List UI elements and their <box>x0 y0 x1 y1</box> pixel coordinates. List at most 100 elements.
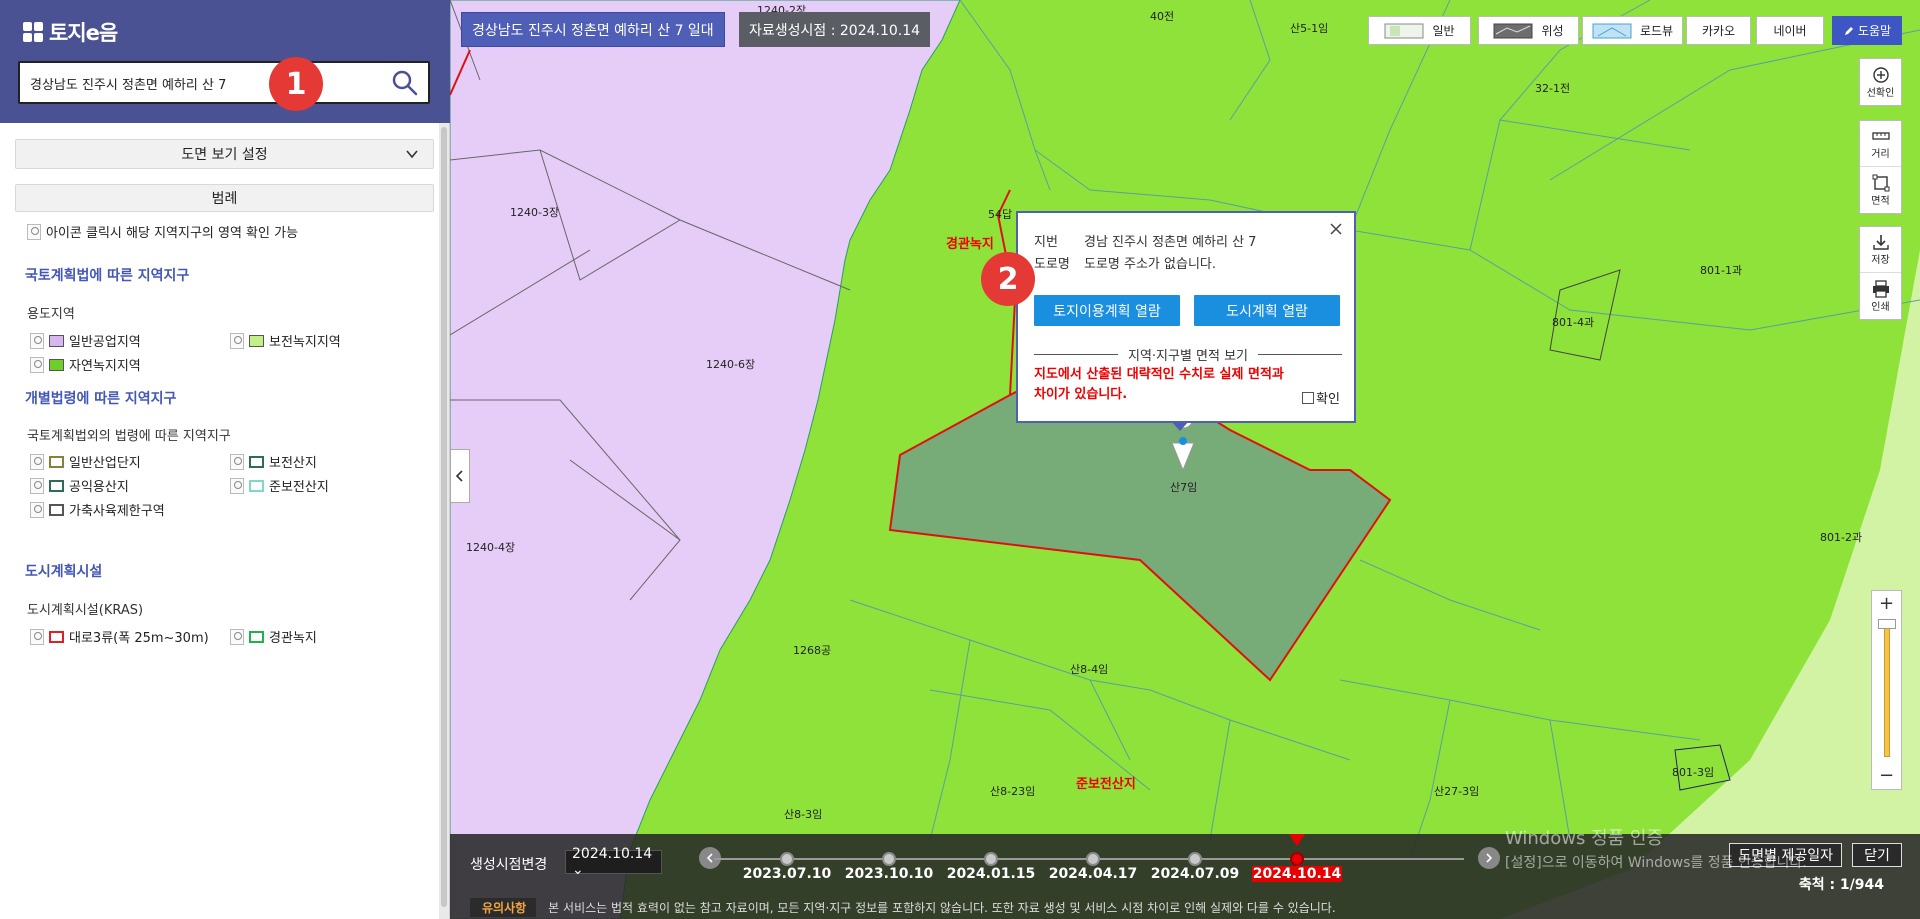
section-urban: 도시계획시설 <box>25 564 103 580</box>
app-logo[interactable]: 토지e음 <box>23 19 118 45</box>
location-pin-icon[interactable] <box>230 477 244 494</box>
jibun-row: 지번 경남 진주시 정촌면 예하리 산 7 <box>1034 231 1256 250</box>
legend-item-scenic-green[interactable]: 경관녹지 <box>230 627 317 646</box>
close-icon[interactable] <box>1328 221 1344 237</box>
urban-plan-button[interactable]: 도시계획 열람 <box>1194 295 1340 326</box>
basemap-satellite-button[interactable]: 위성 <box>1478 16 1579 45</box>
map-label-5-1: 산5-1임 <box>1290 22 1329 35</box>
road-row: 도로명 도로명 주소가 없습니다. <box>1034 253 1216 272</box>
map-label-scenic-green: 경관녹지 <box>946 237 994 252</box>
swatch-public-mountain <box>49 479 64 492</box>
swatch-natural-green <box>49 358 64 371</box>
save-button[interactable]: 저장 <box>1860 227 1901 273</box>
divider-line <box>1258 354 1343 355</box>
location-pin-icon[interactable] <box>30 477 44 494</box>
legend-item-natural-green[interactable]: 자연녹지지역 <box>30 355 141 374</box>
collapse-sidebar-button[interactable] <box>450 449 470 503</box>
scrollbar-thumb[interactable] <box>441 127 447 907</box>
popup-pointer <box>1171 421 1189 431</box>
zone-light-green <box>1500 250 1920 919</box>
map-label-27-3: 산27-3임 <box>1434 785 1480 798</box>
zoom-track[interactable] <box>1884 627 1890 757</box>
timeline-point[interactable] <box>984 852 998 866</box>
timeline-date-label[interactable]: 2024.01.15 <box>946 866 1036 882</box>
legend-label: 대로3류(폭 25m~30m) <box>69 631 209 646</box>
legend-label: 경관녹지 <box>269 631 317 646</box>
location-pin-icon[interactable] <box>30 628 44 645</box>
basemap-normal-button[interactable]: 일반 <box>1368 16 1471 45</box>
legend-label: 일반산업단지 <box>69 456 141 471</box>
location-pin-icon[interactable] <box>230 453 244 470</box>
legend-item-conservation-green[interactable]: 보전녹지지역 <box>230 331 341 350</box>
location-pin-icon[interactable] <box>230 332 244 349</box>
legend-header: 범례 <box>15 184 434 212</box>
print-label: 인쇄 <box>1871 301 1890 313</box>
legend-item-industrial[interactable]: 일반공업지역 <box>30 331 141 350</box>
map-canvas[interactable]: 40전 산5-1임 32-1전 1240-2장 1240-3장 1240-6장 … <box>450 0 1920 919</box>
legend-item-conservation-mountain[interactable]: 보전산지 <box>230 452 317 471</box>
naver-map-button[interactable]: 네이버 <box>1756 16 1824 45</box>
legend-note: 아이콘 클릭시 해당 지역지구의 영역 확인 가능 <box>27 222 298 241</box>
confirm-label: 확인 <box>1316 392 1340 407</box>
legend-item-semi-conservation-mountain[interactable]: 준보전산지 <box>230 476 329 495</box>
kakao-map-button[interactable]: 카카오 <box>1686 16 1751 45</box>
legend-label: 보전녹지지역 <box>269 335 341 350</box>
timeline-close-button[interactable]: 닫기 <box>1852 843 1902 867</box>
legend-item-industrial-complex[interactable]: 일반산업단지 <box>30 452 141 471</box>
view-setting-toggle[interactable]: 도면 보기 설정 <box>15 139 434 169</box>
zoom-control: + − <box>1871 590 1902 790</box>
legend-item-livestock-restriction[interactable]: 가축사육제한구역 <box>30 500 165 519</box>
location-pin-icon[interactable] <box>30 356 44 373</box>
map-label-7: 산7임 <box>1170 481 1198 494</box>
timeline-date-label[interactable]: 2023.07.10 <box>742 866 832 882</box>
timeline-date-label[interactable]: 2024.07.09 <box>1150 866 1240 882</box>
print-button[interactable]: 인쇄 <box>1860 273 1901 319</box>
swatch-conservation-mountain <box>249 455 264 468</box>
timeline-point[interactable] <box>1188 852 1202 866</box>
distance-tool-button[interactable]: 거리 <box>1860 121 1901 167</box>
zoom-in-button[interactable]: + <box>1872 593 1901 615</box>
legend-item-public-mountain[interactable]: 공익용산지 <box>30 476 129 495</box>
swatch-industrial <box>49 334 64 347</box>
timeline-date-select[interactable]: 2024.10.14 ⌄ <box>565 846 662 878</box>
timeline-point[interactable] <box>1290 852 1304 866</box>
select-tool-button[interactable]: 선확인 <box>1860 59 1901 105</box>
area-tool-button[interactable]: 면적 <box>1860 167 1901 213</box>
confirm-checkbox[interactable]: 확인 <box>1302 388 1340 407</box>
location-pin-icon[interactable] <box>230 628 244 645</box>
timeline-point[interactable] <box>1086 852 1100 866</box>
zoom-slider-handle[interactable] <box>1878 619 1896 629</box>
basemap-roadview-button[interactable]: 로드뷰 <box>1582 16 1683 45</box>
legend-item-road[interactable]: 대로3류(폭 25m~30m) <box>30 627 209 646</box>
sidebar-scrollbar[interactable] <box>439 123 449 919</box>
timeline-next-button[interactable] <box>1478 847 1500 869</box>
timeline-date-label[interactable]: 2024.10.14 <box>1252 866 1342 882</box>
area-icon <box>1872 174 1889 191</box>
map-label-8-23: 산8-23임 <box>990 785 1036 798</box>
map-normal-icon <box>1384 23 1424 38</box>
area-section-title: 지역·지구별 면적 보기 <box>1127 349 1249 364</box>
timeline-date-label[interactable]: 2023.10.10 <box>844 866 934 882</box>
map-label-40: 40전 <box>1150 10 1175 23</box>
section-individual-sub: 국토계획법외의 법령에 따른 지역지구 <box>27 429 231 444</box>
timeline-point[interactable] <box>882 852 896 866</box>
help-button[interactable]: 도움말 <box>1832 16 1902 45</box>
legend-label: 보전산지 <box>269 456 317 471</box>
legend-panel: 도면 보기 설정 범례 아이콘 클릭시 해당 지역지구의 영역 확인 가능 국토… <box>0 123 440 919</box>
timeline-point[interactable] <box>780 852 794 866</box>
map-label-54: 54답 <box>988 208 1013 221</box>
checkbox-box[interactable] <box>1302 391 1315 404</box>
timeline-date-label[interactable]: 2024.04.17 <box>1048 866 1138 882</box>
location-pin-icon[interactable] <box>30 453 44 470</box>
map-label-801-3: 801-3임 <box>1672 766 1715 779</box>
location-pin-icon[interactable] <box>30 332 44 349</box>
view-setting-label: 도면 보기 설정 <box>181 147 268 163</box>
search-icon[interactable] <box>390 69 420 97</box>
location-pin-icon[interactable] <box>30 501 44 518</box>
chevron-down-icon <box>406 150 418 159</box>
legend-label: 가축사육제한구역 <box>69 504 165 519</box>
land-use-plan-button[interactable]: 토지이용계획 열람 <box>1034 295 1180 326</box>
distance-tool-label: 거리 <box>1871 149 1890 160</box>
location-pin-icon <box>27 223 41 240</box>
zoom-out-button[interactable]: − <box>1872 765 1901 787</box>
